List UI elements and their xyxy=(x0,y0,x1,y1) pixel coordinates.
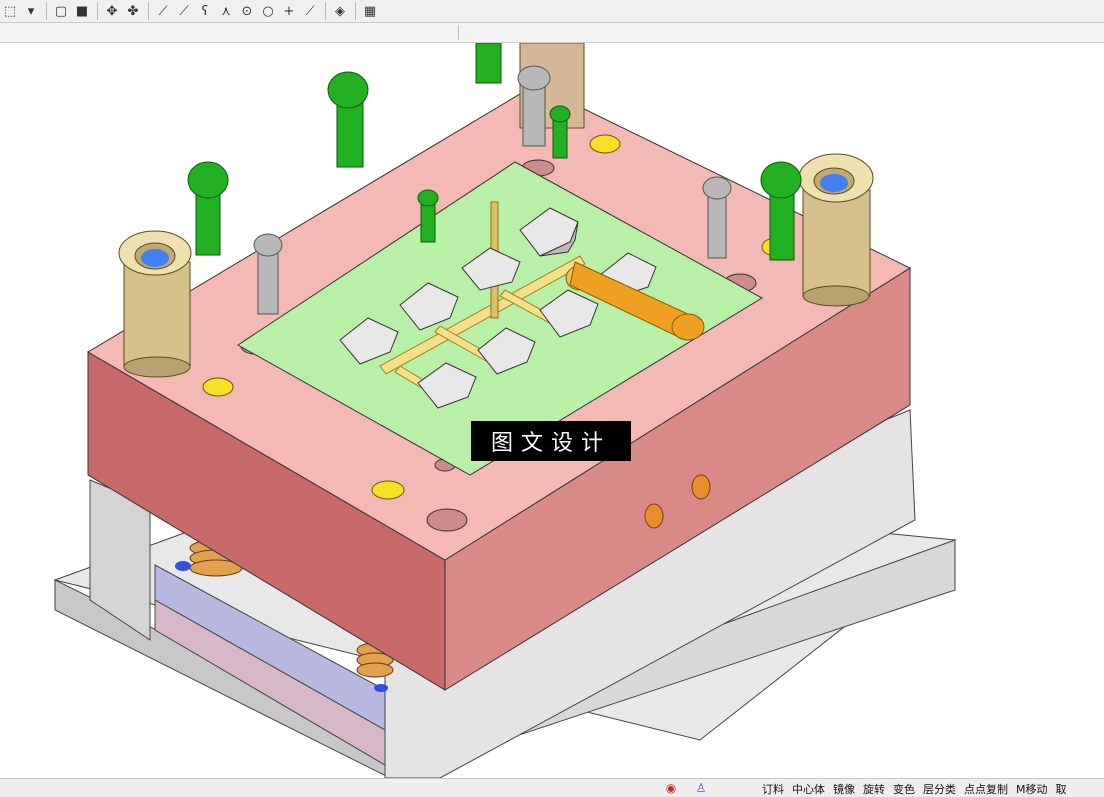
curve-icon[interactable]: ʕ xyxy=(195,1,215,21)
secondary-toolbar xyxy=(0,23,1104,43)
yellow-hole-1 xyxy=(589,134,621,154)
crosshair-icon[interactable]: + xyxy=(279,1,299,21)
menu-item-5[interactable]: 层分类 xyxy=(923,781,956,797)
tangent-line-icon[interactable]: ⟋ xyxy=(300,1,320,21)
select-box-icon[interactable]: ⬚ xyxy=(0,1,20,21)
guide-hole-front xyxy=(426,508,468,532)
rotate-icon[interactable]: ✤ xyxy=(123,1,143,21)
pin-head-blue xyxy=(175,561,191,571)
guide-bushing-right xyxy=(798,153,874,307)
guide-bushing-left xyxy=(118,230,192,378)
circle-icon[interactable]: ○ xyxy=(258,1,278,21)
yellow-hole-3 xyxy=(371,480,405,500)
color-wheel-icon[interactable]: ◉ xyxy=(664,781,678,795)
line-point-icon[interactable]: ⟋ xyxy=(174,1,194,21)
menu-item-4[interactable]: 变色 xyxy=(893,781,915,797)
sketch-box-icon[interactable]: ▢ xyxy=(51,1,71,21)
menu-item-3[interactable]: 旋转 xyxy=(863,781,885,797)
cad-viewport[interactable]: 图文设计 xyxy=(0,43,1104,778)
cooling-hole-1 xyxy=(644,503,664,529)
watermark-label: 图文设计 xyxy=(471,421,631,461)
flask-icon[interactable]: ♙ xyxy=(694,781,708,795)
toolbar-separator xyxy=(355,2,356,20)
line-icon[interactable]: ⟋ xyxy=(153,1,173,21)
menu-item-6[interactable]: 点点复制 xyxy=(964,781,1008,797)
toolbar-separator xyxy=(325,2,326,20)
top-toolbar: ⬚ ▾ ▢ ■ ✥ ✤ ⟋ ⟋ ʕ ⋏ ⊙ ○ + ⟋ ◈ ▦ xyxy=(0,0,1104,23)
status-bar: ◉ ♙ 订料 中心体 镜像 旋转 变色 层分类 点点复制 M移动取 xyxy=(0,778,1104,797)
cooling-hole-2 xyxy=(691,474,711,500)
toolbar-separator xyxy=(97,2,98,20)
menu-item-0[interactable]: 订料 xyxy=(762,781,784,797)
mold-assembly-model[interactable] xyxy=(0,43,1104,778)
pin-head-blue-2 xyxy=(374,684,388,692)
split-icon[interactable]: ⋏ xyxy=(216,1,236,21)
dropdown-arrow-icon[interactable]: ▾ xyxy=(21,1,41,21)
menu-item-7[interactable]: M移动 xyxy=(1016,781,1048,797)
view-icon[interactable]: ◈ xyxy=(330,1,350,21)
menu-item-1[interactable]: 中心体 xyxy=(792,781,825,797)
solid-cube-icon[interactable]: ■ xyxy=(72,1,92,21)
circle-center-icon[interactable]: ⊙ xyxy=(237,1,257,21)
grid-icon[interactable]: ▦ xyxy=(360,1,380,21)
yellow-hole-2 xyxy=(202,377,234,397)
menu-item-2[interactable]: 镜像 xyxy=(833,781,855,797)
toolbar-separator xyxy=(46,2,47,20)
command-menu: 订料 中心体 镜像 旋转 变色 层分类 点点复制 M移动取 xyxy=(762,781,1067,797)
toolbar-separator xyxy=(148,2,149,20)
move-icon[interactable]: ✥ xyxy=(102,1,122,21)
toolbar-divider xyxy=(458,25,459,40)
menu-item-8[interactable]: 取 xyxy=(1056,781,1067,797)
